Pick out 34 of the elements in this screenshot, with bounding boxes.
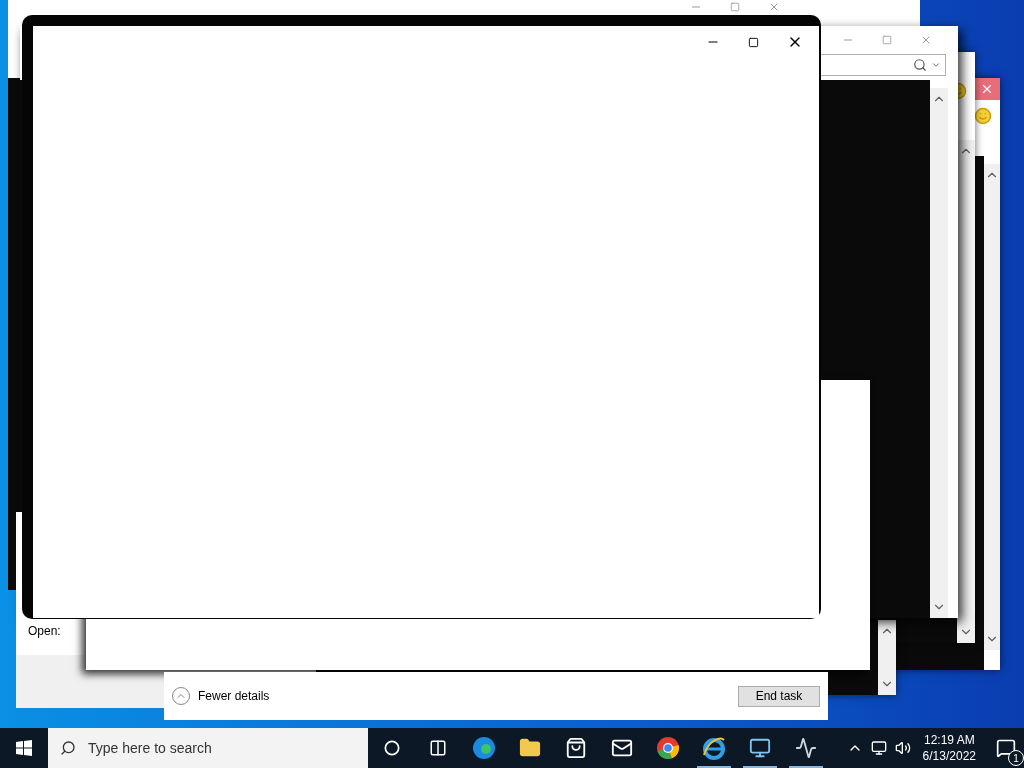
volume-icon[interactable] xyxy=(894,740,911,756)
monitor-icon[interactable] xyxy=(749,737,771,759)
mail-icon[interactable] xyxy=(611,737,633,759)
shopping-bag-icon[interactable] xyxy=(565,737,587,759)
windows-logo-icon xyxy=(16,740,32,756)
scrollbar[interactable] xyxy=(878,620,896,695)
search-icon xyxy=(60,740,76,756)
running-indicator xyxy=(743,766,777,768)
scrollbar[interactable] xyxy=(930,88,948,618)
smiley-icon xyxy=(974,107,992,125)
field-label: Open: xyxy=(28,623,61,640)
search-placeholder: Type here to search xyxy=(88,738,212,758)
network-icon[interactable] xyxy=(870,740,887,756)
running-indicator xyxy=(697,766,731,768)
activity-monitor-icon[interactable] xyxy=(795,737,817,759)
scrollbar[interactable] xyxy=(984,164,1000,650)
clock-date[interactable]: 6/13/2022 xyxy=(922,748,976,764)
folder-icon[interactable] xyxy=(519,737,541,759)
notification-badge: 1 xyxy=(1008,750,1024,766)
dropdown-icon[interactable] xyxy=(931,60,941,70)
circle-icon[interactable] xyxy=(384,740,400,756)
clock-time[interactable]: 12:19 AM xyxy=(923,732,975,748)
task-view-icon[interactable] xyxy=(429,739,447,757)
notifications-icon[interactable] xyxy=(996,738,1016,758)
browser-e-icon[interactable] xyxy=(701,735,727,761)
end-task-button[interactable]: End task xyxy=(738,685,820,707)
browser-icon[interactable] xyxy=(656,736,680,760)
browser-icon[interactable] xyxy=(472,736,496,760)
maximize-icon[interactable] xyxy=(748,36,759,48)
search-icon[interactable] xyxy=(913,58,927,72)
fewer-details-button[interactable]: Fewer details xyxy=(172,687,270,705)
search-box[interactable]: Type here to search xyxy=(48,728,368,768)
close-button[interactable] xyxy=(974,78,1000,100)
running-indicator xyxy=(789,766,823,768)
